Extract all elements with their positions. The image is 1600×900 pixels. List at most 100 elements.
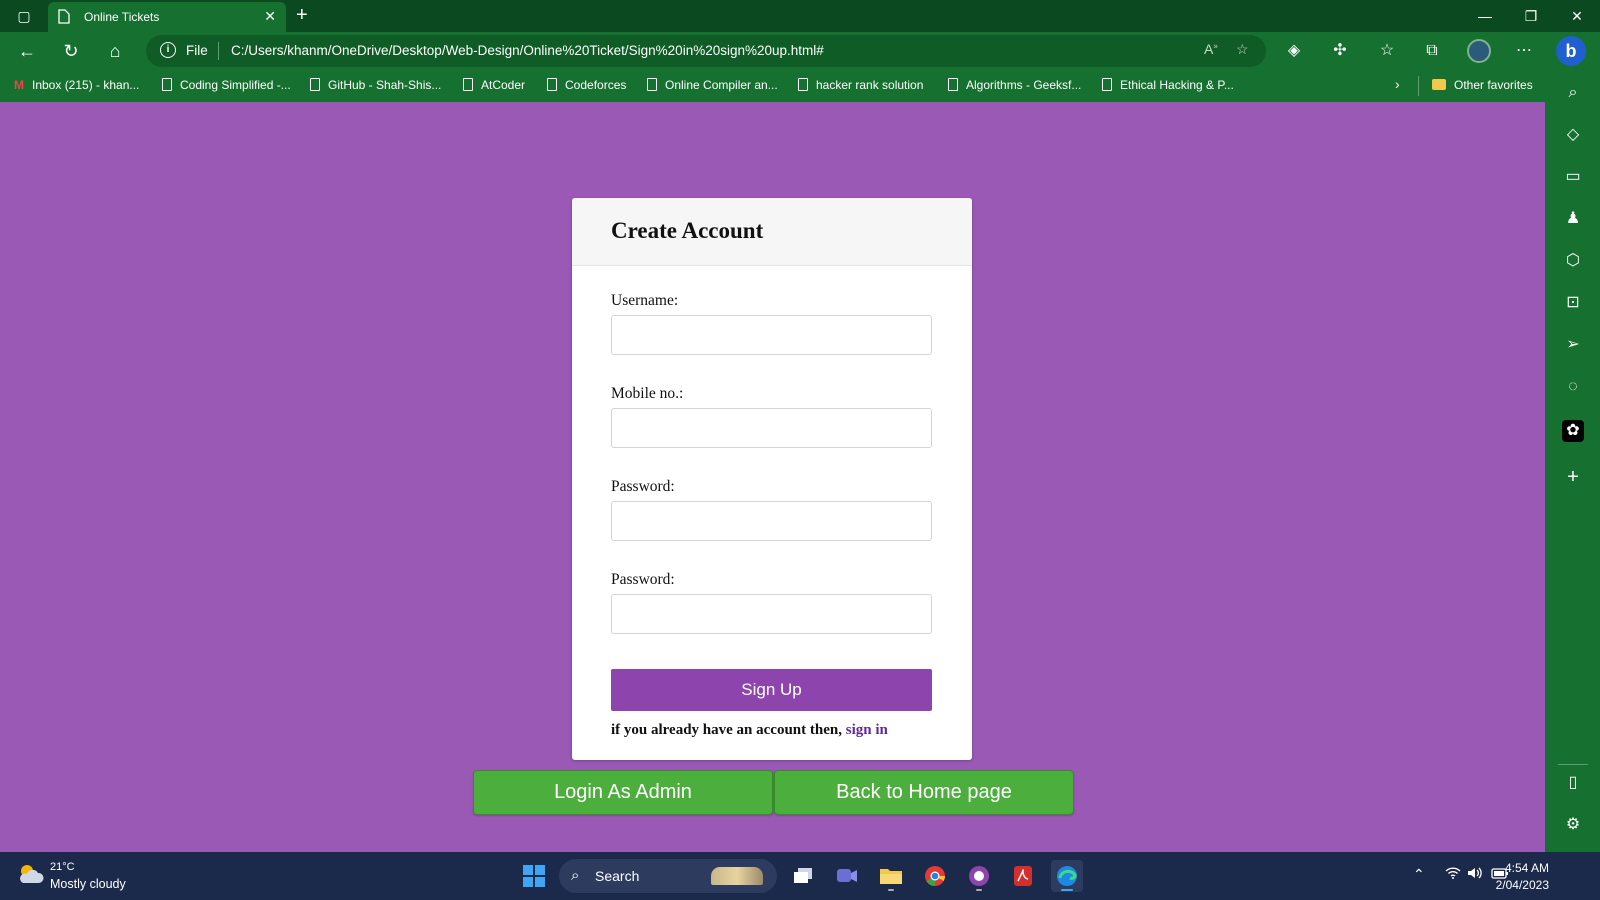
gear-icon[interactable]: ⚙: [1562, 814, 1584, 836]
active-indicator: [1061, 889, 1073, 891]
microsoft-365-icon[interactable]: ⬡: [1562, 250, 1584, 272]
bookmark-item[interactable]: Algorithms - Geeksf...: [948, 78, 1081, 92]
signin-prompt-text: if you already have an account then,: [611, 722, 846, 738]
restore-icon[interactable]: ❐: [1508, 0, 1554, 32]
page-icon: [798, 78, 808, 91]
sign-up-button[interactable]: Sign Up: [611, 669, 932, 711]
url-text[interactable]: C:/Users/khanm/OneDrive/Desktop/Web-Desi…: [231, 43, 824, 58]
search-label: Search: [595, 868, 640, 884]
drop-icon[interactable]: ◌: [1562, 376, 1584, 398]
close-window-icon[interactable]: ✕: [1554, 0, 1600, 32]
chevron-up-icon[interactable]: ⌃: [1413, 866, 1425, 883]
mobile-label: Mobile no.:: [611, 385, 684, 402]
page-icon: [1102, 78, 1112, 91]
page-title: Create Account: [611, 218, 764, 243]
windows-start-icon[interactable]: [523, 865, 545, 887]
sidebar-divider: [1558, 764, 1588, 765]
password-label: Password:: [611, 478, 675, 495]
github-desktop-icon[interactable]: [963, 860, 995, 892]
back-to-home-button[interactable]: Back to Home page: [774, 770, 1074, 815]
page-icon: [310, 78, 320, 91]
gmail-icon: M: [14, 78, 24, 92]
read-aloud-icon[interactable]: A»: [1204, 41, 1218, 57]
page-icon: [948, 78, 958, 91]
shopping-tag-icon[interactable]: ◇: [1562, 124, 1584, 146]
weather-description: Mostly cloudy: [50, 877, 126, 891]
clock-time[interactable]: 4:54 AM: [1505, 861, 1549, 875]
split-screen-icon[interactable]: ▯: [1562, 772, 1584, 794]
running-indicator: [888, 889, 894, 891]
username-input[interactable]: [611, 315, 932, 355]
bookmark-item[interactable]: Ethical Hacking & P...: [1102, 78, 1234, 92]
outlook-icon[interactable]: ⊡: [1562, 292, 1584, 314]
refresh-icon[interactable]: ↻: [58, 39, 84, 63]
extension-icon[interactable]: ◈: [1282, 40, 1306, 62]
sign-in-link[interactable]: sign in: [846, 722, 888, 738]
scheme-label: File: [186, 43, 208, 58]
tab-actions-icon[interactable]: ▢: [12, 6, 36, 26]
bookmark-item[interactable]: hacker rank solution: [798, 78, 923, 92]
tab-online-tickets[interactable]: Online Tickets ✕: [48, 2, 286, 32]
more-options-icon[interactable]: ⋯: [1512, 40, 1536, 62]
page-icon: [162, 78, 172, 91]
tab-title: Online Tickets: [84, 10, 160, 24]
confirm-password-input[interactable]: [611, 594, 932, 634]
task-view-icon[interactable]: [787, 860, 819, 892]
confirm-password-label: Password:: [611, 571, 675, 588]
login-as-admin-button[interactable]: Login As Admin: [473, 770, 773, 815]
mobile-input[interactable]: [611, 408, 932, 448]
bookmark-item[interactable]: Coding Simplified -...: [162, 78, 291, 92]
bookmark-item[interactable]: AtCoder: [463, 78, 525, 92]
tools-briefcase-icon[interactable]: ▭: [1562, 166, 1584, 188]
wifi-icon[interactable]: [1445, 866, 1461, 882]
volume-icon[interactable]: [1467, 866, 1483, 883]
chevron-right-icon[interactable]: ›: [1395, 76, 1400, 92]
search-icon: ⌕: [571, 867, 580, 884]
bing-copilot-icon[interactable]: b: [1556, 36, 1586, 66]
bookmark-item[interactable]: M Inbox (215) - khan...: [14, 78, 139, 92]
navigation-bar: ← ↻ ⌂ i File C:/Users/khanm/OneDrive/Des…: [0, 32, 1600, 70]
search-icon[interactable]: ⌕: [1562, 82, 1584, 104]
address-divider: [218, 42, 219, 60]
create-account-card: Create Account Username: Mobile no.: Pas…: [572, 198, 972, 760]
bookmarks-divider: [1418, 76, 1419, 96]
page-icon: [547, 78, 557, 91]
running-indicator: [976, 889, 982, 891]
send-icon[interactable]: ➢: [1562, 334, 1584, 356]
new-tab-icon[interactable]: +: [296, 4, 308, 27]
file-explorer-icon[interactable]: [875, 860, 907, 892]
password-input[interactable]: [611, 501, 932, 541]
add-favorite-icon[interactable]: ☆: [1236, 41, 1249, 58]
chatgpt-icon[interactable]: ✿: [1562, 420, 1584, 442]
taskbar-search[interactable]: ⌕ Search: [559, 859, 777, 893]
title-bar: ▢ Online Tickets ✕ + — ❐ ✕: [0, 0, 1600, 32]
back-icon[interactable]: ←: [14, 39, 40, 63]
collections-icon[interactable]: ⧉: [1420, 40, 1444, 62]
edge-icon[interactable]: [1051, 860, 1083, 892]
favorites-icon[interactable]: ☆: [1375, 40, 1399, 62]
taskbar: 21°C Mostly cloudy ⌕ Search ⌃ 4:54 AM 2/…: [0, 852, 1600, 900]
weather-cloudy-icon[interactable]: [18, 863, 44, 885]
page-content: Create Account Username: Mobile no.: Pas…: [0, 102, 1545, 852]
extensions-puzzle-icon[interactable]: ✣: [1328, 40, 1352, 62]
clock-date[interactable]: 2/04/2023: [1496, 878, 1549, 892]
page-icon: [58, 9, 70, 27]
address-bar[interactable]: i File C:/Users/khanm/OneDrive/Desktop/W…: [146, 35, 1266, 67]
home-icon[interactable]: ⌂: [102, 39, 128, 63]
add-icon[interactable]: +: [1562, 466, 1584, 488]
profile-avatar[interactable]: [1467, 39, 1491, 63]
teams-chat-icon[interactable]: [831, 860, 863, 892]
favorites-bar: M Inbox (215) - khan... Coding Simplified…: [0, 70, 1545, 102]
bookmark-item[interactable]: Codeforces: [547, 78, 626, 92]
other-favorites[interactable]: Other favorites: [1432, 78, 1533, 92]
bookmark-item[interactable]: Online Compiler an...: [647, 78, 778, 92]
site-info-icon[interactable]: i: [160, 42, 176, 58]
close-tab-icon[interactable]: ✕: [264, 8, 276, 25]
acrobat-icon[interactable]: [1007, 860, 1039, 892]
minimize-icon[interactable]: —: [1462, 0, 1508, 32]
username-label: Username:: [611, 292, 679, 309]
bookmark-item[interactable]: GitHub - Shah-Shis...: [310, 78, 441, 92]
search-highlight-image: [711, 867, 763, 885]
games-icon[interactable]: ♟: [1562, 208, 1584, 230]
chrome-icon[interactable]: [919, 860, 951, 892]
